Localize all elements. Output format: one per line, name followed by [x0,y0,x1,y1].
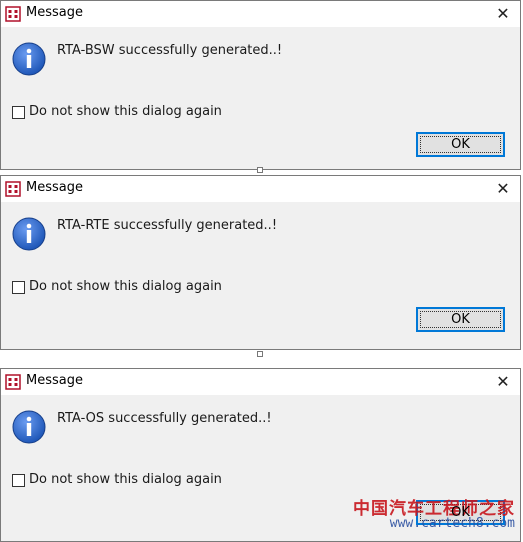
close-button[interactable]: ✕ [486,369,520,395]
info-icon [12,410,46,444]
checkbox-label[interactable]: Do not show this dialog again [29,104,222,119]
checkbox-box[interactable] [12,106,25,119]
info-icon [12,42,46,76]
ok-button[interactable]: OK [416,307,505,332]
dialog-title: Message [26,180,83,195]
dialog-title: Message [26,373,83,388]
checkbox-box[interactable] [12,281,25,294]
message-text: RTA-OS successfully generated..! [57,411,272,426]
title-bar[interactable]: Message ✕ [1,176,520,202]
ok-button[interactable]: OK [416,132,505,157]
ok-button-label: OK [451,505,470,520]
message-text: RTA-RTE successfully generated..! [57,218,278,233]
message-text: RTA-BSW successfully generated..! [57,43,283,58]
title-bar[interactable]: Message ✕ [1,1,520,27]
close-button[interactable]: ✕ [486,176,520,202]
dialog-title: Message [26,5,83,20]
info-icon [12,217,46,251]
app-icon [5,6,21,22]
message-dialog: Message ✕ RTA-BSW successfully generated… [0,0,521,170]
title-bar[interactable]: Message ✕ [1,369,520,395]
app-icon [5,181,21,197]
message-dialog: Message ✕ RTA-RTE successfully generated… [0,175,521,350]
resize-handle[interactable] [257,167,263,173]
checkbox-box[interactable] [12,474,25,487]
checkbox-label[interactable]: Do not show this dialog again [29,279,222,294]
app-icon [5,374,21,390]
close-button[interactable]: ✕ [486,1,520,27]
watermark: 中国汽车工程师之家 www.cartech8.com [353,494,515,534]
ok-button-label: OK [451,137,470,152]
checkbox-label[interactable]: Do not show this dialog again [29,472,222,487]
resize-handle[interactable] [257,351,263,357]
ok-button-label: OK [451,312,470,327]
